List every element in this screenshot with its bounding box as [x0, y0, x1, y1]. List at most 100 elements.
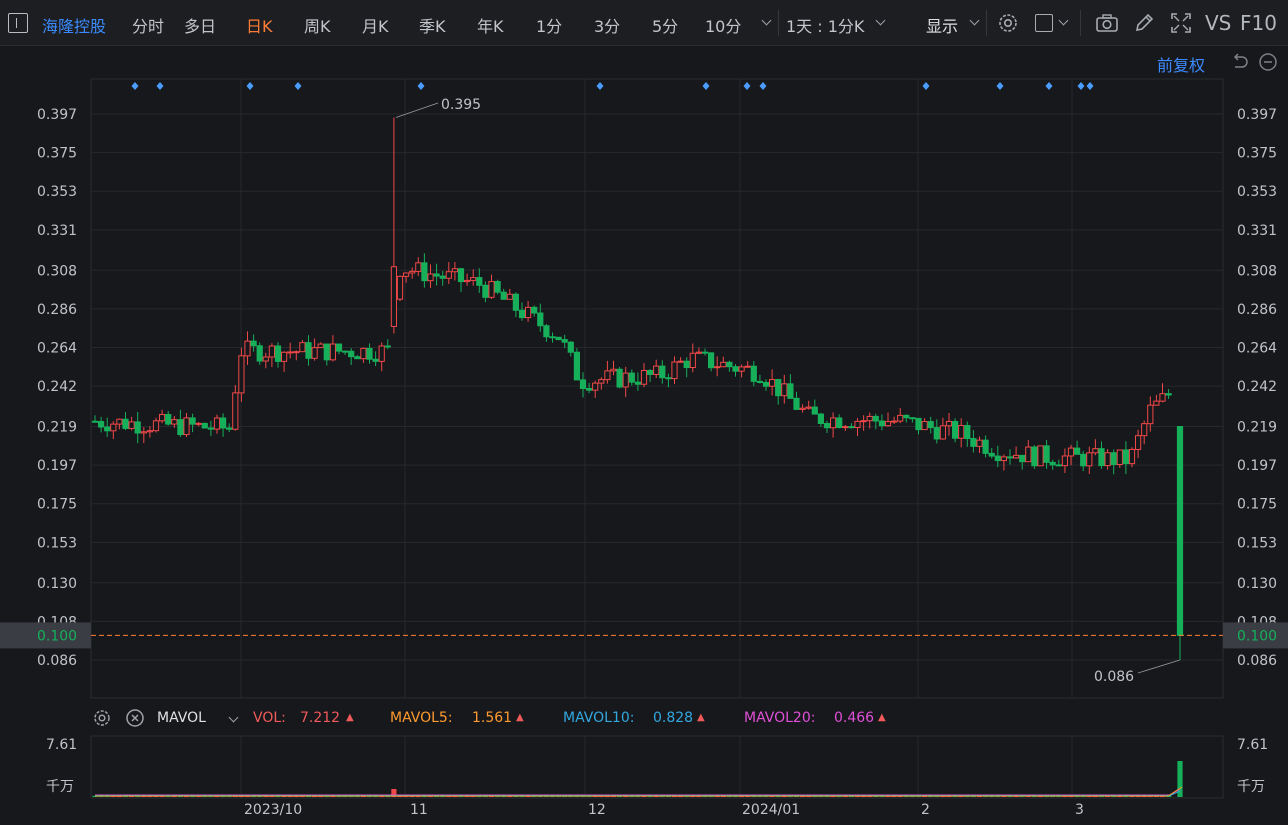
candle-body[interactable] — [207, 427, 215, 430]
candle-body[interactable] — [683, 360, 690, 369]
candle-body[interactable] — [677, 360, 684, 363]
candle-body[interactable] — [1000, 456, 1007, 462]
candle-body[interactable] — [464, 279, 471, 283]
candle-body[interactable] — [842, 426, 849, 429]
candle-body[interactable] — [451, 268, 458, 273]
event-marker[interactable] — [922, 82, 930, 90]
candle-body[interactable] — [1128, 448, 1136, 465]
candle-body[interactable] — [1037, 445, 1044, 467]
candle-body[interactable] — [952, 420, 959, 439]
candle-body[interactable] — [586, 388, 593, 391]
candle-body[interactable] — [701, 351, 709, 354]
tab-0[interactable]: 分时 — [132, 13, 164, 37]
candle-body[interactable] — [939, 425, 946, 440]
candle-body[interactable] — [756, 380, 763, 384]
candle-body[interactable] — [708, 352, 715, 369]
candle-body[interactable] — [244, 340, 251, 357]
candle-body[interactable] — [817, 413, 824, 425]
chevron-down-icon[interactable] — [969, 15, 980, 26]
candle-body[interactable] — [1086, 452, 1093, 467]
candle-body[interactable] — [579, 379, 587, 390]
period-select[interactable]: 1天 : 1分K — [786, 13, 864, 37]
candle-body[interactable] — [1043, 445, 1050, 463]
candle-body[interactable] — [1110, 452, 1117, 465]
candle-body[interactable] — [268, 345, 275, 358]
display-button[interactable]: 显示 — [926, 13, 958, 37]
candle-body[interactable] — [793, 397, 800, 410]
candle-body[interactable] — [531, 306, 538, 314]
candle-body[interactable] — [512, 293, 519, 311]
candle-body[interactable] — [1098, 448, 1105, 467]
candle-body[interactable] — [903, 414, 910, 419]
candle-body[interactable] — [1147, 404, 1154, 425]
candle-body[interactable] — [177, 419, 184, 436]
candle-body[interactable] — [720, 361, 727, 368]
candle-body[interactable] — [311, 347, 318, 359]
candle-body[interactable] — [848, 426, 855, 429]
pen-icon[interactable] — [1131, 10, 1157, 36]
candle-body[interactable] — [1013, 454, 1020, 459]
event-marker[interactable] — [1045, 82, 1053, 90]
candle-body[interactable] — [860, 420, 867, 423]
candle-body[interactable] — [976, 439, 983, 447]
candle-body[interactable] — [500, 291, 507, 300]
candle-body[interactable] — [238, 355, 245, 394]
event-marker[interactable] — [1077, 82, 1085, 90]
candle-body[interactable] — [470, 277, 477, 281]
event-marker[interactable] — [759, 82, 767, 90]
candle-body[interactable] — [866, 415, 873, 422]
candle-body[interactable] — [384, 345, 391, 348]
candle-body[interactable] — [982, 439, 989, 454]
candle-body[interactable] — [183, 417, 190, 436]
candle-body[interactable] — [378, 345, 385, 362]
candle-body[interactable] — [616, 368, 623, 388]
candle-body[interactable] — [518, 309, 526, 319]
chevron-down-icon[interactable] — [875, 15, 886, 26]
candle-body[interactable] — [482, 284, 489, 298]
candle-body[interactable] — [714, 366, 721, 369]
tab-6[interactable]: 年K — [477, 13, 504, 37]
candle-body[interactable] — [348, 350, 355, 358]
tab-1[interactable]: 多日 — [184, 13, 216, 37]
candle-body[interactable] — [1092, 448, 1099, 454]
candle-body[interactable] — [189, 417, 196, 425]
candle-body[interactable] — [537, 312, 544, 327]
candle-body[interactable] — [549, 336, 556, 339]
candle-body[interactable] — [1019, 454, 1026, 463]
candle-body[interactable] — [744, 365, 751, 368]
candle-body[interactable] — [988, 452, 995, 457]
event-marker[interactable] — [596, 82, 604, 90]
candle-body[interactable] — [555, 336, 562, 341]
volume-chart[interactable] — [0, 733, 1288, 825]
candle-body[interactable] — [750, 365, 757, 382]
candle-body[interactable] — [1116, 449, 1123, 465]
candle-body[interactable] — [823, 423, 831, 429]
candle-body[interactable] — [140, 431, 147, 434]
candle-body[interactable] — [232, 392, 239, 430]
candle-body[interactable] — [945, 420, 953, 427]
candle-body[interactable] — [1080, 453, 1087, 467]
candle-body[interactable] — [622, 372, 629, 388]
candle-body[interactable] — [567, 341, 574, 353]
candle-body[interactable] — [293, 351, 300, 354]
gear-icon[interactable] — [92, 708, 112, 728]
candle-body[interactable] — [403, 272, 410, 277]
candle-body[interactable] — [994, 455, 1001, 462]
candle-body[interactable] — [256, 345, 263, 362]
candle-body[interactable] — [738, 366, 745, 372]
candle-body[interactable] — [1055, 464, 1062, 467]
candle-body[interactable] — [1067, 447, 1075, 457]
candle-body[interactable] — [305, 342, 312, 359]
candle-body[interactable] — [165, 414, 172, 425]
candle-body[interactable] — [872, 415, 879, 422]
candle-body[interactable] — [433, 273, 440, 277]
candle-body[interactable] — [1104, 452, 1111, 467]
event-marker[interactable] — [294, 82, 302, 90]
candle-body[interactable] — [543, 325, 550, 338]
candle-body[interactable] — [909, 417, 916, 420]
candle-body[interactable] — [213, 417, 221, 430]
gear-icon[interactable] — [995, 10, 1021, 36]
candle-body[interactable] — [506, 293, 513, 300]
sidebar-toggle-icon[interactable] — [8, 13, 28, 33]
candle-body[interactable] — [104, 426, 111, 432]
